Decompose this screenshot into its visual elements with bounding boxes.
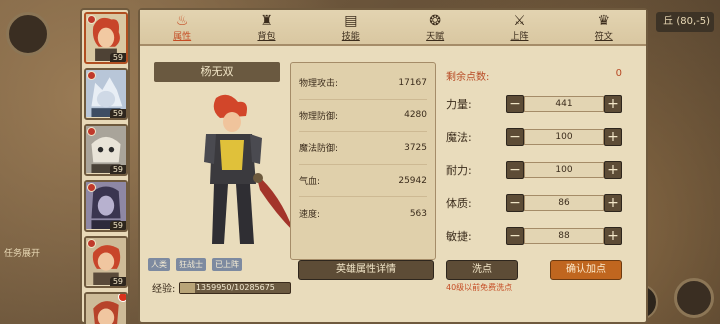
minus-button[interactable]: − bbox=[506, 227, 524, 245]
hero-tag: 已上阵 bbox=[212, 258, 242, 271]
attr-row-agility: 敏捷: − 88 + bbox=[446, 226, 622, 246]
stats-box: 物理攻击: 17167 物理防御: 4280 魔法防御: 3725 气血: 25… bbox=[290, 62, 436, 260]
notification-dot bbox=[118, 294, 126, 302]
hero-portrait-2[interactable]: 59 bbox=[84, 68, 128, 120]
hero-portrait-4[interactable]: 59 bbox=[84, 180, 128, 232]
stat-label: 气血: bbox=[299, 177, 321, 188]
hero-level: 59 bbox=[109, 221, 126, 230]
status-ban-icon bbox=[87, 127, 96, 136]
attr-value: 88 bbox=[524, 228, 604, 244]
attr-name: 耐力: bbox=[446, 164, 472, 177]
minus-button[interactable]: − bbox=[506, 128, 524, 146]
stat-value: 563 bbox=[409, 208, 427, 219]
exp-progress-bar: 1359950/10285675 bbox=[179, 281, 292, 294]
hero-level: 59 bbox=[109, 165, 126, 174]
stat-row: 气血: 25942 bbox=[299, 165, 427, 198]
minus-button[interactable]: − bbox=[506, 161, 524, 179]
attr-name: 魔法: bbox=[446, 131, 472, 144]
hero-name: 杨无双 bbox=[154, 62, 280, 82]
hero-level: 59 bbox=[109, 109, 126, 118]
tab-skills[interactable]: ▤ 技能 bbox=[327, 13, 375, 42]
status-ban-icon bbox=[87, 15, 96, 24]
remaining-points-label: 剩余点数: bbox=[446, 72, 490, 83]
hero-tag: 人类 bbox=[148, 258, 170, 271]
attr-name: 敏捷: bbox=[446, 230, 472, 243]
attr-row-endurance: 耐力: − 100 + bbox=[446, 160, 622, 180]
stat-row: 物理攻击: 17167 bbox=[299, 67, 427, 100]
plus-button[interactable]: + bbox=[604, 161, 622, 179]
stat-label: 速度: bbox=[299, 210, 321, 221]
attr-name: 力量: bbox=[446, 98, 472, 111]
task-expand-toggle[interactable]: 任务展开 bbox=[4, 246, 40, 259]
stat-value: 25942 bbox=[398, 175, 427, 186]
hero-level: 59 bbox=[109, 277, 126, 286]
rune-icon: ♛ bbox=[597, 12, 611, 29]
map-coordinates: 丘 (80,-5) bbox=[656, 12, 714, 32]
reset-points-button[interactable]: 洗点 bbox=[446, 260, 518, 280]
hero-portrait-1[interactable]: 59 bbox=[84, 12, 128, 64]
panel-tabs: ♨ 属性 ♜ 背包 ▤ 技能 ❂ 天赋 ⚔ 上阵 ♛ 符文 bbox=[140, 10, 646, 46]
exp-label: 经验: bbox=[152, 284, 176, 295]
hero-portrait-5[interactable]: 59 bbox=[84, 236, 128, 288]
attr-value: 86 bbox=[524, 195, 604, 211]
minus-button[interactable]: − bbox=[506, 95, 524, 113]
attr-value: 441 bbox=[524, 96, 604, 112]
attr-value: 100 bbox=[524, 162, 604, 178]
book-icon: ▤ bbox=[344, 12, 358, 29]
status-ban-icon bbox=[87, 239, 96, 248]
confirm-points-button[interactable]: 确认加点 bbox=[550, 260, 622, 280]
stat-label: 魔法防御: bbox=[299, 144, 339, 155]
stat-value: 17167 bbox=[398, 77, 427, 88]
plus-button[interactable]: + bbox=[604, 194, 622, 212]
action-round-button[interactable] bbox=[674, 278, 714, 318]
attr-name: 体质: bbox=[446, 197, 472, 210]
status-ban-icon bbox=[87, 71, 96, 80]
tab-talent[interactable]: ❂ 天赋 bbox=[411, 13, 459, 42]
hero-character-figure bbox=[204, 94, 294, 244]
exp-text: 1359950/10285675 bbox=[195, 282, 275, 292]
status-ban-icon bbox=[87, 183, 96, 192]
remaining-points-value: 0 bbox=[615, 68, 622, 79]
hero-portrait-6[interactable] bbox=[84, 292, 128, 324]
stat-row: 速度: 563 bbox=[299, 197, 427, 230]
hero-detail-button[interactable]: 英雄属性详情 bbox=[298, 260, 434, 280]
stat-value: 4280 bbox=[404, 110, 427, 121]
plus-button[interactable]: + bbox=[604, 227, 622, 245]
remaining-points: 剩余点数: 0 bbox=[446, 68, 622, 83]
stat-row: 物理防御: 4280 bbox=[299, 100, 427, 133]
tab-runes[interactable]: ♛ 符文 bbox=[580, 13, 628, 42]
attr-row-strength: 力量: − 441 + bbox=[446, 94, 622, 114]
stat-label: 物理防御: bbox=[299, 111, 339, 122]
minus-button[interactable]: − bbox=[506, 194, 524, 212]
crossed-swords-icon: ⚔ bbox=[513, 12, 526, 29]
experience-row: 经验: 1359950/10285675 bbox=[152, 280, 292, 295]
tab-deploy[interactable]: ⚔ 上阵 bbox=[495, 13, 543, 42]
bag-icon: ♜ bbox=[260, 12, 273, 29]
tab-bag[interactable]: ♜ 背包 bbox=[242, 13, 290, 42]
hero-tag: 狂战士 bbox=[176, 258, 206, 271]
attr-row-magic: 魔法: − 100 + bbox=[446, 127, 622, 147]
scroll-icon: ❂ bbox=[429, 12, 441, 29]
free-reset-note: 40级以前免费洗点 bbox=[446, 283, 513, 292]
plus-button[interactable]: + bbox=[604, 95, 622, 113]
hero-portrait-3[interactable]: 59 bbox=[84, 124, 128, 176]
stat-label: 物理攻击: bbox=[299, 79, 339, 90]
stat-value: 3725 bbox=[404, 142, 427, 153]
tab-attributes[interactable]: ♨ 属性 bbox=[158, 13, 206, 42]
plus-button[interactable]: + bbox=[604, 128, 622, 146]
attr-value: 100 bbox=[524, 129, 604, 145]
hero-tags: 人类 狂战士 已上阵 bbox=[148, 258, 242, 271]
hero-level: 59 bbox=[109, 53, 126, 62]
stat-row: 魔法防御: 3725 bbox=[299, 132, 427, 165]
attr-row-constitution: 体质: − 86 + bbox=[446, 193, 622, 213]
minimap-button[interactable] bbox=[6, 12, 50, 56]
hero-panel: ♨ 属性 ♜ 背包 ▤ 技能 ❂ 天赋 ⚔ 上阵 ♛ 符文 杨无双 人类 狂战士… bbox=[138, 8, 648, 324]
flame-icon: ♨ bbox=[175, 12, 189, 29]
hero-portrait-list: 59 59 59 59 59 bbox=[80, 8, 130, 324]
